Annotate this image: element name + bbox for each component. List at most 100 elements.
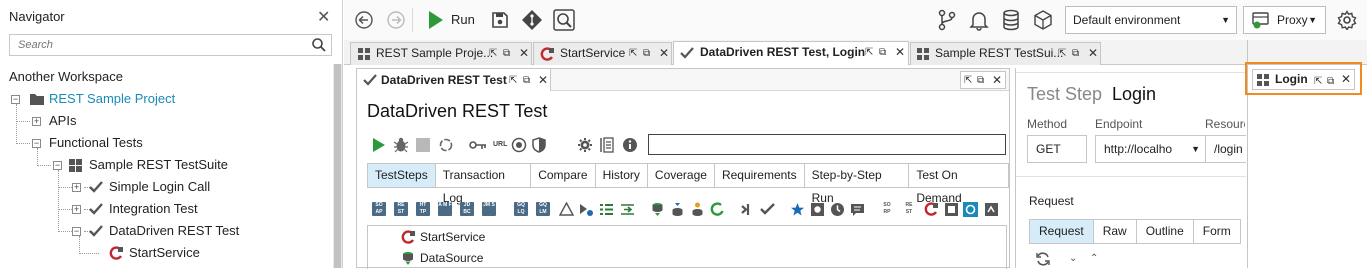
rest-mock-icon[interactable]: RE ST bbox=[902, 202, 916, 216]
pin-icon[interactable]: ⇱ bbox=[964, 75, 972, 86]
detach-icon[interactable]: ⧉ bbox=[977, 75, 984, 86]
git-diamond-icon[interactable] bbox=[521, 9, 543, 31]
tab-compare[interactable]: Compare bbox=[531, 164, 596, 187]
virtual-service-icon[interactable] bbox=[1032, 9, 1054, 31]
tab-transaction-log[interactable]: Transaction Log bbox=[436, 164, 532, 205]
receive-mqtt-icon[interactable] bbox=[984, 202, 999, 217]
search-input[interactable] bbox=[10, 35, 300, 55]
navigator-scrollbar[interactable] bbox=[333, 64, 342, 268]
rest-step-icon[interactable]: RE ST bbox=[394, 202, 408, 216]
close-icon[interactable]: ✕ bbox=[538, 69, 548, 91]
bell-icon[interactable] bbox=[969, 9, 989, 31]
search-icon[interactable] bbox=[311, 37, 327, 53]
proxy-button[interactable]: Proxy ▼ bbox=[1243, 6, 1326, 34]
save-icon[interactable] bbox=[491, 11, 509, 29]
tab-form[interactable]: Form bbox=[1194, 220, 1240, 243]
loop-icon[interactable] bbox=[438, 137, 454, 153]
collapse-icon[interactable]: − bbox=[72, 227, 81, 236]
expand-icon[interactable]: + bbox=[72, 205, 81, 214]
pin-icon[interactable]: ⇱ bbox=[489, 43, 497, 64]
jdbc-step-icon[interactable]: JD BC bbox=[460, 202, 474, 216]
datagen-step-icon[interactable] bbox=[690, 202, 705, 217]
tab-step-by-step-run[interactable]: Step-by-Step Run bbox=[805, 164, 910, 205]
soap-step-icon[interactable]: SO AP bbox=[372, 202, 386, 216]
expand-icon[interactable]: + bbox=[72, 183, 81, 192]
properties-step-icon[interactable] bbox=[599, 202, 614, 217]
assertion-step-icon[interactable] bbox=[559, 202, 574, 217]
tab-request[interactable]: Request bbox=[1030, 220, 1094, 243]
close-icon[interactable]: ✕ bbox=[317, 7, 330, 27]
collapse-icon[interactable]: − bbox=[32, 139, 41, 148]
delay-step-icon[interactable] bbox=[830, 202, 845, 217]
tab-startservice[interactable]: StartService ⇱ ⧉ ✕ bbox=[533, 42, 672, 65]
report-icon[interactable] bbox=[599, 137, 615, 153]
tab-datadriven-rest-test-login[interactable]: DataDriven REST Test, Login ⇱ ⧉ ✕ bbox=[673, 41, 909, 65]
detach-icon[interactable]: ⧉ bbox=[879, 42, 886, 63]
endpoint-select[interactable]: http://localho ▼ bbox=[1095, 135, 1207, 163]
stop-icon[interactable] bbox=[416, 138, 430, 152]
http-step-icon[interactable]: HT TP bbox=[416, 202, 430, 216]
environment-select[interactable]: Default environment ▼ bbox=[1065, 6, 1237, 34]
selected-tool-icon[interactable] bbox=[963, 202, 978, 217]
detach-icon[interactable]: ⧉ bbox=[523, 70, 530, 92]
collapse-icon[interactable]: − bbox=[53, 161, 62, 170]
gear-icon[interactable] bbox=[577, 137, 593, 153]
pin-icon[interactable]: ⇱ bbox=[865, 42, 873, 63]
tab-rest-sample-project[interactable]: REST Sample Proje... ⇱ ⧉ ✕ bbox=[350, 42, 532, 65]
run-icon[interactable] bbox=[372, 137, 386, 153]
datasource-loop-icon[interactable] bbox=[710, 202, 725, 217]
tab-sample-rest-testsuite[interactable]: Sample REST TestSui... ⇱ ⧉ ✕ bbox=[910, 42, 1101, 65]
mock-response-icon[interactable] bbox=[944, 202, 959, 217]
amf-step-icon[interactable]: A M F bbox=[438, 202, 452, 216]
datasource-step-icon[interactable] bbox=[650, 202, 665, 217]
goto-step-icon[interactable] bbox=[740, 202, 755, 217]
tab-requirements[interactable]: Requirements bbox=[715, 164, 805, 187]
tab-raw[interactable]: Raw bbox=[1094, 220, 1137, 243]
gear-icon[interactable] bbox=[1337, 10, 1357, 30]
star-icon[interactable] bbox=[790, 202, 805, 217]
tab-history[interactable]: History bbox=[596, 164, 648, 187]
detach-icon[interactable]: ⧉ bbox=[1072, 43, 1079, 64]
graphql-mutation-step-icon[interactable]: GQ LM bbox=[536, 202, 550, 216]
back-icon[interactable] bbox=[354, 10, 374, 30]
property-transfer-icon[interactable] bbox=[620, 202, 635, 217]
script-step-icon[interactable] bbox=[810, 202, 825, 217]
info-icon[interactable] bbox=[622, 137, 638, 153]
tab-teststeps[interactable]: TestSteps bbox=[368, 164, 436, 187]
database-icon[interactable] bbox=[1002, 9, 1020, 31]
graphql-query-step-icon[interactable]: GQ LQ bbox=[514, 202, 528, 216]
shield-icon[interactable] bbox=[532, 137, 546, 153]
git-branch-icon[interactable] bbox=[937, 9, 957, 31]
resource-field[interactable]: /login bbox=[1205, 135, 1246, 163]
endpoint-explorer-icon[interactable] bbox=[553, 9, 575, 31]
run-testcase-icon[interactable] bbox=[924, 202, 939, 217]
forward-icon[interactable] bbox=[386, 10, 406, 30]
tab-coverage[interactable]: Coverage bbox=[648, 164, 715, 187]
detach-icon[interactable]: ⧉ bbox=[503, 43, 510, 64]
url-badge[interactable]: URL bbox=[493, 141, 507, 148]
method-field[interactable]: GET bbox=[1027, 135, 1087, 163]
pin-icon[interactable]: ⇱ bbox=[1058, 43, 1066, 64]
search-field[interactable] bbox=[9, 34, 332, 56]
soap-mock-icon[interactable]: SO RP bbox=[880, 202, 894, 216]
close-icon[interactable]: ✕ bbox=[659, 43, 669, 64]
tab-test-on-demand[interactable]: Test On Demand bbox=[909, 164, 1008, 205]
pin-icon[interactable]: ⇱ bbox=[629, 43, 637, 64]
close-icon[interactable]: ✕ bbox=[992, 73, 1002, 87]
datasink-step-icon[interactable] bbox=[670, 202, 685, 217]
expand-icon[interactable]: + bbox=[32, 117, 41, 126]
conditional-goto-icon[interactable] bbox=[578, 202, 593, 217]
key-icon[interactable] bbox=[469, 139, 487, 151]
debug-icon[interactable] bbox=[393, 137, 409, 153]
run-info-field[interactable] bbox=[648, 134, 1006, 155]
jms-step-icon[interactable]: JM S bbox=[482, 202, 496, 216]
chevron-up-icon[interactable]: ⌃ bbox=[1090, 253, 1098, 264]
collapse-icon[interactable]: − bbox=[11, 95, 20, 104]
close-icon[interactable]: ✕ bbox=[1088, 43, 1098, 64]
close-icon[interactable]: ✕ bbox=[519, 43, 529, 64]
assertion-check-icon[interactable] bbox=[760, 202, 775, 217]
security-scan-icon[interactable] bbox=[511, 137, 527, 153]
refresh-icon[interactable] bbox=[1035, 251, 1051, 267]
close-icon[interactable]: ✕ bbox=[895, 42, 905, 63]
inner-tab-datadriven[interactable]: DataDriven REST Test ⇱ ⧉ ✕ bbox=[357, 69, 551, 91]
